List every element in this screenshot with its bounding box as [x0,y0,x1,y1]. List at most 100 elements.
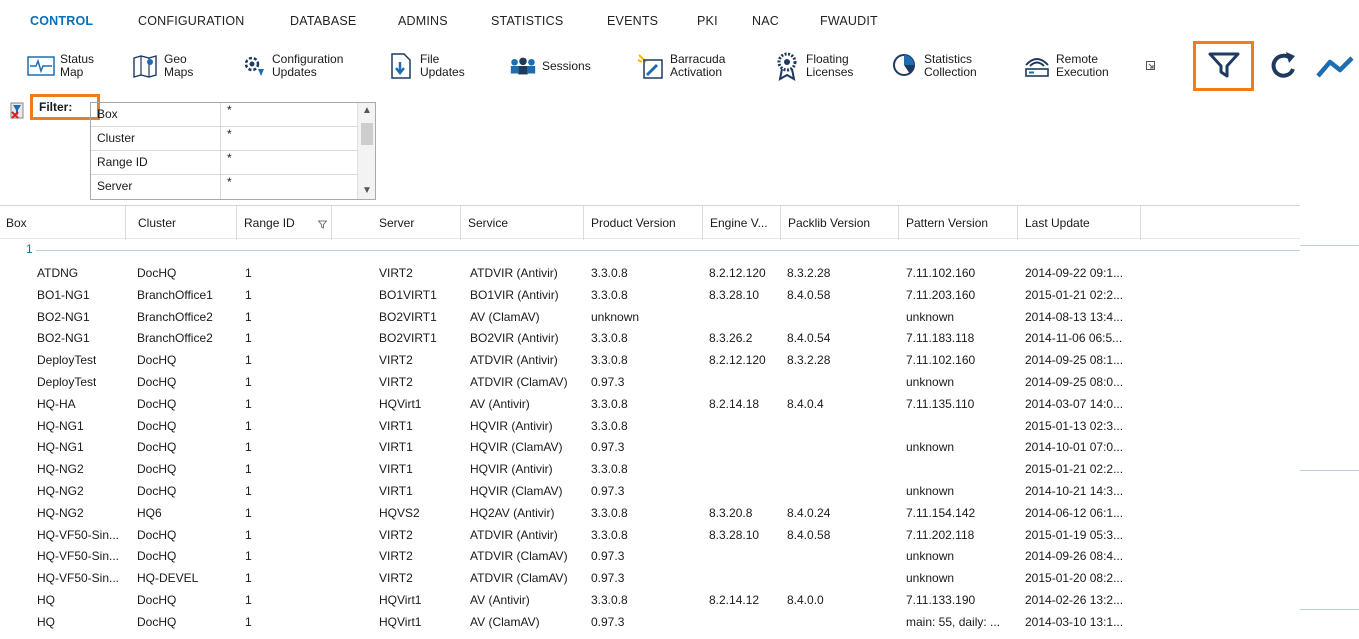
col-header-last-update[interactable]: Last Update [1019,206,1141,240]
cell-last-update: 2014-09-22 09:1... [1025,266,1124,280]
status-map-button[interactable]: Status Map [26,46,94,86]
cell-cluster: DocHQ [137,440,177,455]
cell-service: ATDVIR (Antivir) [470,266,558,280]
cell-service: AV (ClamAV) [470,614,540,629]
cell-server: VIRT2 [379,266,413,280]
table-row[interactable]: BO2-NG1 BranchOffice2 1 BO2VIRT1 BO2VIR (Ant… [0,327,1300,349]
filter-value-server[interactable]: * [221,175,355,199]
tab-nac[interactable]: NAC [752,14,779,28]
table-row[interactable]: HQ-VF50-Sin... DocHQ 1 VIRT2 ATDVIR (Antivir… [0,524,1300,546]
configuration-updates-button[interactable]: Configuration Updates [238,46,343,86]
cell-server: BO2VIRT1 [379,309,437,324]
table-row[interactable]: HQ-VF50-Sin... HQ-DEVEL 1 VIRT2 ATDVIR (Clam… [0,567,1300,589]
col-header-cluster[interactable]: Cluster [132,206,237,240]
cell-product-version: 3.3.0.8 [591,462,628,477]
filter-value-range-id[interactable]: * [221,151,355,174]
scroll-down-icon[interactable]: ▼ [361,185,373,197]
statistics-collection-button[interactable]: Statistics Collection [890,46,977,86]
table-row[interactable]: ATDNG DocHQ 1 VIRT2 ATDVIR (Antivir) 3.3.0.8 8… [0,262,1300,284]
cell-box: HQ-HA [37,396,76,411]
sessions-button[interactable]: Sessions [508,46,591,86]
filter-name-box: Box [91,103,221,126]
table-row[interactable]: HQ DocHQ 1 HQVirt1 AV (ClamAV) 0.97.3 main: 55… [0,611,1300,633]
geo-maps-button[interactable]: Geo Maps [130,46,193,86]
remote-execution-label: Remote Execution [1056,52,1109,79]
tab-events[interactable]: EVENTS [607,14,658,28]
table-row[interactable]: HQ-NG2 HQ6 1 HQVS2 HQ2AV (Antivir) 3.3.0.8 8.3… [0,502,1300,524]
filter-scrollbar[interactable]: ▲ ▼ [357,103,375,199]
filter-value-cluster[interactable]: * [221,127,355,150]
col-header-box[interactable]: Box [0,206,126,240]
cell-server: VIRT1 [379,462,413,477]
col-header-service[interactable]: Service [462,206,584,240]
table-row[interactable]: HQ-NG1 DocHQ 1 VIRT1 HQVIR (Antivir) 3.3.0.8 2… [0,415,1300,437]
table-row[interactable]: DeployTest DocHQ 1 VIRT2 ATDVIR (Antivir) 3.3… [0,349,1300,371]
tab-admins[interactable]: ADMINS [398,14,448,28]
clear-filter-icon[interactable] [10,102,26,120]
cell-service: ATDVIR (ClamAV) [470,374,568,389]
cell-range-id: 1 [245,527,252,542]
cell-last-update: 2015-01-21 02:2... [1025,462,1124,477]
tab-control[interactable]: CONTROL [30,14,93,28]
cell-last-update: 2015-01-20 08:2... [1025,571,1124,586]
table-header: Box Cluster Range ID Server Service Prod… [0,205,1300,240]
group-row[interactable]: 1 [0,241,1300,259]
cell-product-version: 3.3.0.8 [591,505,628,520]
tab-pki[interactable]: PKI [697,14,718,28]
cell-last-update: 2014-08-13 13:4... [1025,309,1124,324]
cell-last-update: 2014-02-26 13:2... [1025,592,1124,607]
cell-pattern-version: unknown [906,374,955,389]
table-row[interactable]: HQ-NG2 DocHQ 1 VIRT1 HQVIR (Antivir) 3.3.0.8 2… [0,458,1300,480]
col-header-packlib-version[interactable]: Packlib Version [782,206,899,240]
col-header-server[interactable]: Server [373,206,461,240]
barracuda-activation-button[interactable]: Barracuda Activation [636,46,725,86]
cell-engine-version: 8.3.28.10 [709,287,760,302]
scroll-thumb[interactable] [361,123,373,145]
filter-toggle-button[interactable] [1193,41,1254,91]
scroll-up-icon[interactable]: ▲ [361,105,373,117]
table-row[interactable]: HQ DocHQ 1 HQVirt1 AV (Antivir) 3.3.0.8 8.2.14… [0,589,1300,611]
cell-product-version: 3.3.0.8 [591,353,628,368]
cell-product-version: 3.3.0.8 [591,592,628,607]
cell-box: HQ-NG2 [37,505,84,520]
table-row[interactable]: HQ-VF50-Sin... DocHQ 1 VIRT2 ATDVIR (ClamAV)… [0,545,1300,567]
cell-engine-version: 8.2.14.12 [709,592,760,607]
filter-small-icon[interactable] [317,218,328,232]
cell-range-id: 1 [245,396,252,411]
tab-configuration[interactable]: CONFIGURATION [138,14,245,28]
cell-pattern-version: 7.11.102.160 [906,353,976,368]
cell-cluster: HQ6 [137,505,162,520]
table-row[interactable]: BO1-NG1 BranchOffice1 1 BO1VIRT1 BO1VIR (Ant… [0,284,1300,306]
toolbar: Status Map Geo Maps Configuration Update… [0,40,1359,92]
filter-name-server: Server [91,175,221,199]
table-row[interactable]: HQ-NG2 DocHQ 1 VIRT1 HQVIR (ClamAV) 0.97.3 unk… [0,480,1300,502]
cell-last-update: 2014-10-21 14:3... [1025,483,1124,498]
tab-database[interactable]: DATABASE [290,14,356,28]
filter-value-box[interactable]: * [221,103,355,126]
refresh-icon[interactable] [1266,49,1300,86]
cell-server: VIRT2 [379,571,413,586]
cell-server: HQVirt1 [379,396,422,411]
trend-icon[interactable] [1316,52,1359,85]
filter-panel: Filter: Box * Cluster * Range ID * Serve… [8,94,388,204]
table-row[interactable]: HQ-NG1 DocHQ 1 VIRT1 HQVIR (ClamAV) 0.97.3 unk… [0,436,1300,458]
cell-box: HQ [37,614,55,629]
remote-execution-button[interactable]: Remote Execution [1022,46,1109,86]
cell-box: HQ [37,592,55,607]
expand-toolbar-icon[interactable] [1146,60,1156,70]
col-header-engine-version[interactable]: Engine V... [704,206,781,240]
cell-product-version: 0.97.3 [591,374,625,389]
cell-engine-version: 8.2.12.120 [709,266,766,280]
cell-last-update: 2014-09-25 08:0... [1025,374,1124,389]
tab-fwaudit[interactable]: FWAUDIT [820,14,878,28]
cell-engine-version: 8.2.12.120 [709,353,766,368]
col-header-product-version[interactable]: Product Version [585,206,703,240]
tab-statistics[interactable]: STATISTICS [491,14,563,28]
table-row[interactable]: DeployTest DocHQ 1 VIRT2 ATDVIR (ClamAV) 0.97… [0,371,1300,393]
cell-box: BO1-NG1 [37,287,90,302]
table-row[interactable]: HQ-HA DocHQ 1 HQVirt1 AV (Antivir) 3.3.0.8 8.2… [0,393,1300,415]
file-updates-button[interactable]: File Updates [386,46,465,86]
col-header-pattern-version[interactable]: Pattern Version [900,206,1018,240]
table-row[interactable]: BO2-NG1 BranchOffice2 1 BO2VIRT1 AV (ClamAV)… [0,306,1300,328]
floating-licenses-button[interactable]: Floating Licenses [772,46,853,86]
